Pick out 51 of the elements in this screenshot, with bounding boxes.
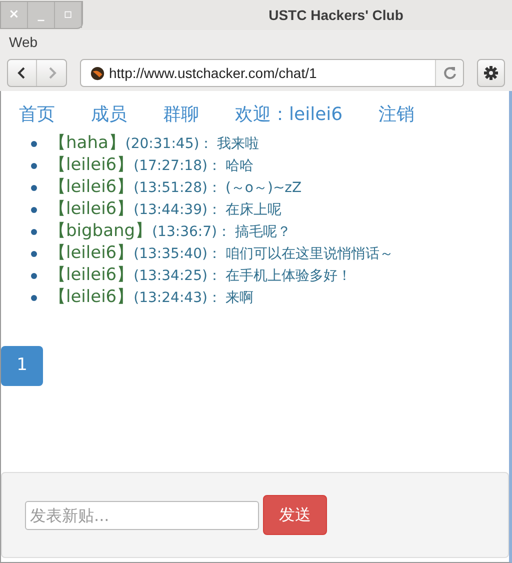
message-text: 在床上呢 <box>225 200 282 220</box>
message-text: 咱们可以在这里说悄悄话～ <box>225 244 394 264</box>
message-time: (13:51:28)： <box>134 178 222 198</box>
message-time: (13:44:39)： <box>134 200 222 220</box>
message-time: (13:36:7)： <box>152 222 231 242</box>
bullet-icon <box>31 141 37 147</box>
message-author: 【leilei6】 <box>49 264 134 288</box>
post-input-field[interactable]: 发表新贴... <box>25 500 259 530</box>
message-author: 【haha】 <box>49 132 126 156</box>
message-time: (13:24:43)： <box>134 288 222 308</box>
settings-icon <box>483 65 499 81</box>
window-title: USTC Hackers' Club <box>268 6 404 24</box>
message-text: (～o～)~zZ <box>225 178 302 198</box>
nav-link[interactable]: 成员 <box>91 101 127 133</box>
nav-link[interactable]: 首页 <box>19 101 55 133</box>
message-text: 来啊 <box>225 288 254 308</box>
message-time: (17:27:18)： <box>134 156 222 176</box>
message-author: 【leilei6】 <box>49 242 134 266</box>
bullet-icon <box>31 295 37 301</box>
nav-link[interactable]: 注销 <box>378 101 415 133</box>
bullet-icon <box>31 229 37 235</box>
message-time: (13:35:40)： <box>134 244 222 264</box>
message-text: 在手机上体验多好！ <box>225 266 352 286</box>
message-text: 搞毛呢？ <box>235 222 291 242</box>
page-button[interactable]: 1 <box>1 346 43 386</box>
reload-icon <box>442 66 456 80</box>
message-author: 【leilei6】 <box>49 154 134 178</box>
bullet-icon <box>31 185 37 191</box>
message-author: 【leilei6】 <box>49 286 134 310</box>
bullet-icon <box>31 273 37 279</box>
message-text: 我来啦 <box>217 134 260 154</box>
menu-item[interactable]: Web <box>9 32 38 53</box>
message-time: (20:31:45)： <box>125 134 214 154</box>
message-text: 哈哈 <box>225 156 254 176</box>
address-bar[interactable]: http://www.ustchacker.com/chat/1 <box>80 59 464 87</box>
send-button[interactable]: 发送 <box>263 495 327 535</box>
message-author: 【leilei6】 <box>49 176 134 200</box>
bullet-icon <box>31 163 37 169</box>
globe-icon <box>90 66 105 80</box>
nav-link[interactable]: 群聊 <box>163 101 199 133</box>
bullet-icon <box>31 207 37 213</box>
settings-button[interactable] <box>477 59 505 87</box>
chevron-right-icon <box>46 67 56 79</box>
bullet-icon <box>31 251 37 257</box>
reload-button[interactable] <box>435 60 463 86</box>
message-time: (13:34:25)： <box>134 266 222 286</box>
message-author: 【leilei6】 <box>49 198 134 222</box>
message-author: 【bigbang】 <box>49 220 152 244</box>
chevron-left-icon <box>17 67 27 79</box>
url-text: http://www.ustchacker.com/chat/1 <box>109 64 318 83</box>
nav-link[interactable]: 欢迎：leilei6 <box>235 101 343 133</box>
